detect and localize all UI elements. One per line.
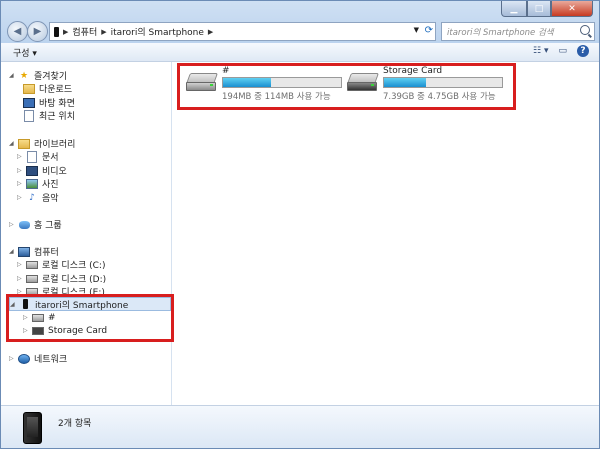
nav-libraries[interactable]: ◢ 라이브러리 — [9, 137, 75, 150]
music-icon: ♪ — [29, 192, 35, 203]
recent-places-icon — [23, 109, 35, 122]
view-options-icon[interactable]: ☷ ▾ — [533, 46, 548, 56]
address-device-icon — [54, 26, 59, 37]
close-button[interactable]: ✕ — [551, 1, 593, 17]
nav-item-label: 로컬 디스크 (C:) — [42, 261, 106, 271]
star-icon: ★ — [19, 70, 29, 81]
nav-item-pictures[interactable]: ▷ 사진 — [17, 177, 59, 190]
chevron-down-icon[interactable]: ▼ — [414, 26, 419, 34]
desktop-icon — [23, 97, 35, 108]
expand-arrow-icon[interactable]: ▷ — [17, 153, 26, 160]
nav-homegroup-label: 홈 그룹 — [34, 221, 62, 231]
collapse-arrow-icon[interactable]: ◢ — [9, 248, 18, 255]
smartphone-icon — [23, 412, 42, 444]
network-icon — [18, 353, 30, 364]
nav-item-disk-d[interactable]: ▷ 로컬 디스크 (D:) — [17, 272, 106, 285]
nav-libraries-label: 라이브러리 — [34, 140, 76, 150]
computer-icon — [18, 246, 30, 257]
homegroup-icon — [18, 219, 30, 230]
search-placeholder[interactable]: itarori의 Smartphone 검색 — [447, 26, 554, 38]
nav-item-label: 최근 위치 — [39, 112, 75, 122]
collapse-arrow-icon[interactable]: ◢ — [9, 140, 18, 147]
address-bar[interactable]: ▶ 컴퓨터 ▶ itarori의 Smartphone ▶ ▼ ⟳ — [49, 22, 436, 41]
library-icon — [18, 138, 30, 149]
nav-network[interactable]: ▷ 네트워크 — [9, 352, 67, 365]
back-button[interactable]: ◀ — [7, 21, 28, 42]
expand-arrow-icon[interactable]: ▷ — [17, 275, 26, 282]
expand-arrow-icon[interactable]: ▷ — [17, 167, 26, 174]
expand-arrow-icon[interactable]: ▷ — [9, 355, 18, 362]
nav-item-label: 바탕 화면 — [39, 99, 75, 109]
chevron-right-icon[interactable]: ▶ — [208, 28, 213, 36]
search-box[interactable]: itarori의 Smartphone 검색 — [441, 22, 595, 41]
expand-arrow-icon[interactable]: ▷ — [17, 194, 26, 201]
nav-item-label: 비디오 — [42, 167, 67, 177]
nav-item-label: 문서 — [42, 153, 59, 163]
item-count: 2개 항목 — [58, 419, 92, 429]
toolbar-icons: ☷ ▾ ▭ ? — [533, 45, 589, 57]
back-arrow-icon: ◀ — [13, 26, 22, 37]
highlight-box-nav — [6, 294, 174, 342]
nav-computer-label: 컴퓨터 — [34, 248, 59, 258]
nav-favorites[interactable]: ◢ ★ 즐겨찾기 — [9, 69, 68, 83]
picture-icon — [26, 178, 38, 189]
nav-item-label: 다운로드 — [39, 85, 73, 95]
forward-button[interactable]: ▶ — [27, 21, 48, 42]
help-icon[interactable]: ? — [577, 45, 589, 57]
nav-item-label: 로컬 디스크 (D:) — [42, 275, 107, 285]
download-folder-icon — [23, 83, 35, 94]
expand-arrow-icon[interactable]: ▷ — [17, 261, 26, 268]
refresh-icon[interactable]: ⟳ — [425, 25, 433, 36]
minimize-button[interactable]: ▁ — [501, 1, 527, 17]
preview-pane-icon[interactable]: ▭ — [558, 46, 567, 56]
nav-homegroup[interactable]: ▷ 홈 그룹 — [9, 218, 62, 231]
nav-favorites-label: 즐겨찾기 — [34, 72, 68, 82]
nav-computer[interactable]: ◢ 컴퓨터 — [9, 245, 59, 258]
nav-item-desktop[interactable]: 바탕 화면 — [23, 96, 75, 109]
organize-menu[interactable]: 구성 ▾ — [13, 46, 37, 59]
drive-icon — [26, 273, 38, 284]
video-icon — [26, 165, 38, 176]
nav-item-label: 음악 — [42, 194, 59, 204]
nav-item-videos[interactable]: ▷ 비디오 — [17, 164, 67, 177]
details-pane: 2개 항목 — [1, 405, 599, 448]
nav-item-documents[interactable]: ▷ 문서 — [17, 150, 59, 163]
system-drive-icon — [26, 259, 38, 270]
search-icon[interactable] — [580, 25, 590, 35]
nav-item-disk-c[interactable]: ▷ 로컬 디스크 (C:) — [17, 258, 105, 271]
breadcrumb-computer[interactable]: 컴퓨터 — [72, 25, 97, 38]
toolbar: 구성 ▾ ☷ ▾ ▭ ? — [1, 43, 599, 62]
collapse-arrow-icon[interactable]: ◢ — [9, 72, 18, 79]
nav-network-label: 네트워크 — [34, 355, 68, 365]
maximize-button[interactable]: □ — [527, 1, 551, 17]
expand-arrow-icon[interactable]: ▷ — [9, 221, 18, 228]
nav-item-music[interactable]: ▷ ♪ 음악 — [17, 191, 59, 205]
nav-item-recent[interactable]: 최근 위치 — [23, 109, 75, 122]
navigation-pane: ◢ ★ 즐겨찾기 다운로드 바탕 화면 최근 위치 ◢ 라이브러리 ▷ 문서 ▷ — [1, 62, 174, 405]
forward-arrow-icon: ▶ — [33, 26, 42, 37]
window-controls: ▁ □ ✕ — [501, 1, 593, 17]
title-bar: ▁ □ ✕ ◀ ▶ ▶ 컴퓨터 ▶ itarori의 Smartphone ▶ … — [1, 1, 599, 43]
chevron-right-icon[interactable]: ▶ — [63, 28, 68, 36]
expand-arrow-icon[interactable]: ▷ — [17, 180, 26, 187]
chevron-right-icon[interactable]: ▶ — [101, 28, 106, 36]
document-icon — [26, 150, 38, 163]
explorer-window: ▁ □ ✕ ◀ ▶ ▶ 컴퓨터 ▶ itarori의 Smartphone ▶ … — [0, 0, 600, 449]
nav-item-label: 사진 — [42, 180, 59, 190]
highlight-box-drives — [177, 63, 516, 110]
nav-item-downloads[interactable]: 다운로드 — [23, 82, 72, 95]
breadcrumb-smartphone[interactable]: itarori의 Smartphone — [111, 25, 204, 38]
